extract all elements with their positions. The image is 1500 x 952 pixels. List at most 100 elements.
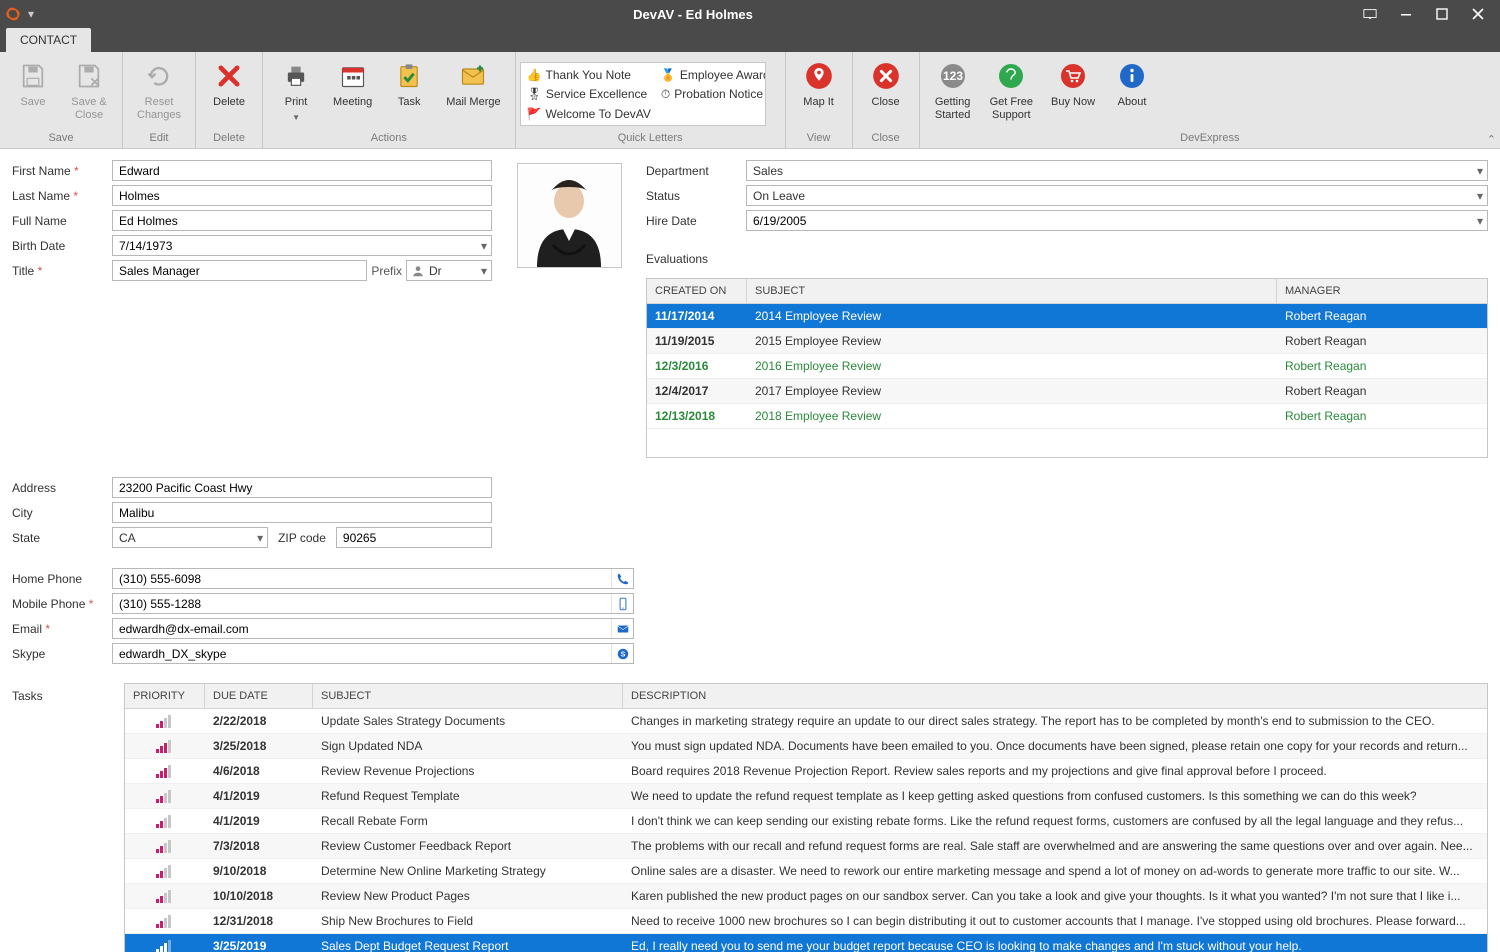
map-it-button[interactable]: Map It xyxy=(794,56,844,130)
quick-letters-gallery[interactable]: 👍Thank You Note 🏅Employee Award 🎖Service E… xyxy=(520,62,766,126)
meeting-button[interactable]: Meeting xyxy=(327,56,378,130)
evaluation-row[interactable]: 12/13/20182018 Employee ReviewRobert Rea… xyxy=(647,404,1487,429)
task-row[interactable]: 4/1/2019 Refund Request Template We need… xyxy=(125,784,1487,809)
address-input[interactable] xyxy=(112,477,492,498)
priority-icon xyxy=(125,859,205,883)
save-close-button[interactable]: Save & Close xyxy=(64,56,114,130)
task-row[interactable]: 10/10/2018 Review New Product Pages Kare… xyxy=(125,884,1487,909)
first-name-label: First Name xyxy=(12,164,112,178)
birth-date-input[interactable]: ▾ xyxy=(112,235,492,256)
task-row[interactable]: 4/6/2018 Review Revenue Projections Boar… xyxy=(125,759,1487,784)
ribbon-group-quick-letters: 👍Thank You Note 🏅Employee Award 🎖Service E… xyxy=(516,52,786,148)
email-label: Email xyxy=(12,622,112,636)
thumbsup-icon: 👍 xyxy=(527,68,542,82)
ribbon-collapse-icon[interactable]: ⌃ xyxy=(1487,133,1496,146)
print-icon xyxy=(280,60,312,92)
evaluations-table: Created On Subject Manager 11/17/2014201… xyxy=(646,278,1488,458)
last-name-label: Last Name xyxy=(12,189,112,203)
mail-merge-icon xyxy=(457,60,489,92)
hire-date-input[interactable]: ▾ xyxy=(746,210,1488,231)
skype-icon[interactable]: S xyxy=(611,644,633,663)
task-row[interactable]: 2/22/2018 Update Sales Strategy Document… xyxy=(125,709,1487,734)
ribbon-tabs: CONTACT xyxy=(0,28,1500,52)
save-button[interactable]: Save xyxy=(8,56,58,130)
task-row[interactable]: 3/25/2018 Sign Updated NDA You must sign… xyxy=(125,734,1487,759)
birth-date-label: Birth Date xyxy=(12,239,112,253)
buy-now-button[interactable]: Buy Now xyxy=(1045,56,1101,130)
city-input[interactable] xyxy=(112,502,492,523)
info-icon xyxy=(1116,60,1148,92)
tab-contact[interactable]: CONTACT xyxy=(6,28,91,52)
mail-merge-button[interactable]: Mail Merge xyxy=(440,56,506,130)
task-icon xyxy=(393,60,425,92)
evaluation-row[interactable]: 11/17/20142014 Employee ReviewRobert Rea… xyxy=(647,304,1487,329)
state-label: State xyxy=(12,531,112,545)
priority-icon xyxy=(125,934,205,952)
ribbon-group-view: Map It View xyxy=(786,52,853,148)
evaluation-row[interactable]: 11/19/20152015 Employee ReviewRobert Rea… xyxy=(647,329,1487,354)
about-button[interactable]: About xyxy=(1107,56,1157,130)
save-close-icon xyxy=(73,60,105,92)
skype-label: Skype xyxy=(12,647,112,661)
priority-icon xyxy=(125,809,205,833)
reset-changes-button[interactable]: Reset Changes xyxy=(131,56,187,130)
task-row[interactable]: 9/10/2018 Determine New Online Marketing… xyxy=(125,859,1487,884)
email-input[interactable] xyxy=(112,618,634,639)
priority-icon xyxy=(125,909,205,933)
badge-icon: 🎖 xyxy=(527,87,542,101)
support-icon xyxy=(995,60,1027,92)
task-row[interactable]: 12/31/2018 Ship New Brochures to Field N… xyxy=(125,909,1487,934)
clock-icon: ⏱ xyxy=(661,87,670,102)
close-button[interactable] xyxy=(1460,0,1496,28)
award-icon: 🏅 xyxy=(661,68,676,82)
priority-icon xyxy=(125,734,205,758)
department-select[interactable]: Sales▾ xyxy=(746,160,1488,181)
get-free-support-button[interactable]: Get Free Support xyxy=(984,56,1039,130)
prefix-select[interactable]: Dr ▾ xyxy=(406,260,492,281)
last-name-input[interactable] xyxy=(112,185,492,206)
phone-icon[interactable] xyxy=(611,569,633,588)
contact-photo[interactable] xyxy=(517,163,622,268)
delete-button[interactable]: Delete xyxy=(204,56,254,130)
evaluation-row[interactable]: 12/4/20172017 Employee ReviewRobert Reag… xyxy=(647,379,1487,404)
priority-icon xyxy=(125,759,205,783)
print-button[interactable]: Print ▼ xyxy=(271,56,321,130)
full-name-input[interactable] xyxy=(112,210,492,231)
task-row[interactable]: 7/3/2018 Review Customer Feedback Report… xyxy=(125,834,1487,859)
chevron-down-icon: ▾ xyxy=(481,264,487,278)
close-form-button[interactable]: Close xyxy=(861,56,911,130)
task-button[interactable]: Task xyxy=(384,56,434,130)
quick-letter-item[interactable]: 🚩Welcome To DevAV xyxy=(525,104,653,123)
zip-input[interactable] xyxy=(336,527,492,548)
task-row[interactable]: 3/25/2019 Sales Dept Budget Request Repo… xyxy=(125,934,1487,952)
ribbon-options-icon[interactable] xyxy=(1352,0,1388,28)
title-input[interactable] xyxy=(112,260,367,281)
svg-text:123: 123 xyxy=(943,69,963,83)
maximize-button[interactable] xyxy=(1424,0,1460,28)
priority-icon xyxy=(125,834,205,858)
mobile-phone-input[interactable] xyxy=(112,593,634,614)
prefix-label: Prefix xyxy=(371,264,402,278)
cart-icon xyxy=(1057,60,1089,92)
status-select[interactable]: On Leave▾ xyxy=(746,185,1488,206)
task-row[interactable]: 4/1/2019 Recall Rebate Form I don't thin… xyxy=(125,809,1487,834)
status-label: Status xyxy=(646,189,746,203)
evaluation-row[interactable]: 12/3/20162016 Employee ReviewRobert Reag… xyxy=(647,354,1487,379)
quick-letter-item[interactable]: ⏱Probation Notice xyxy=(659,84,766,104)
chevron-down-icon: ▾ xyxy=(1477,164,1483,178)
skype-input[interactable]: S xyxy=(112,643,634,664)
minimize-button[interactable] xyxy=(1388,0,1424,28)
quick-letter-item[interactable]: 🎖Service Excellence xyxy=(525,84,653,104)
state-select[interactable]: CA▾ xyxy=(112,527,268,548)
quick-letter-item[interactable]: 🏅Employee Award xyxy=(659,65,766,84)
window-title: DevAV - Ed Holmes xyxy=(34,7,1352,22)
home-phone-label: Home Phone xyxy=(12,572,112,586)
calendar-icon xyxy=(337,60,369,92)
home-phone-input[interactable] xyxy=(112,568,634,589)
quick-letter-item[interactable]: 👍Thank You Note xyxy=(525,65,653,84)
first-name-input[interactable] xyxy=(112,160,492,181)
getting-started-button[interactable]: 123 Getting Started xyxy=(928,56,978,130)
mobile-icon[interactable] xyxy=(611,594,633,613)
email-icon[interactable] xyxy=(611,619,633,638)
priority-icon xyxy=(125,784,205,808)
